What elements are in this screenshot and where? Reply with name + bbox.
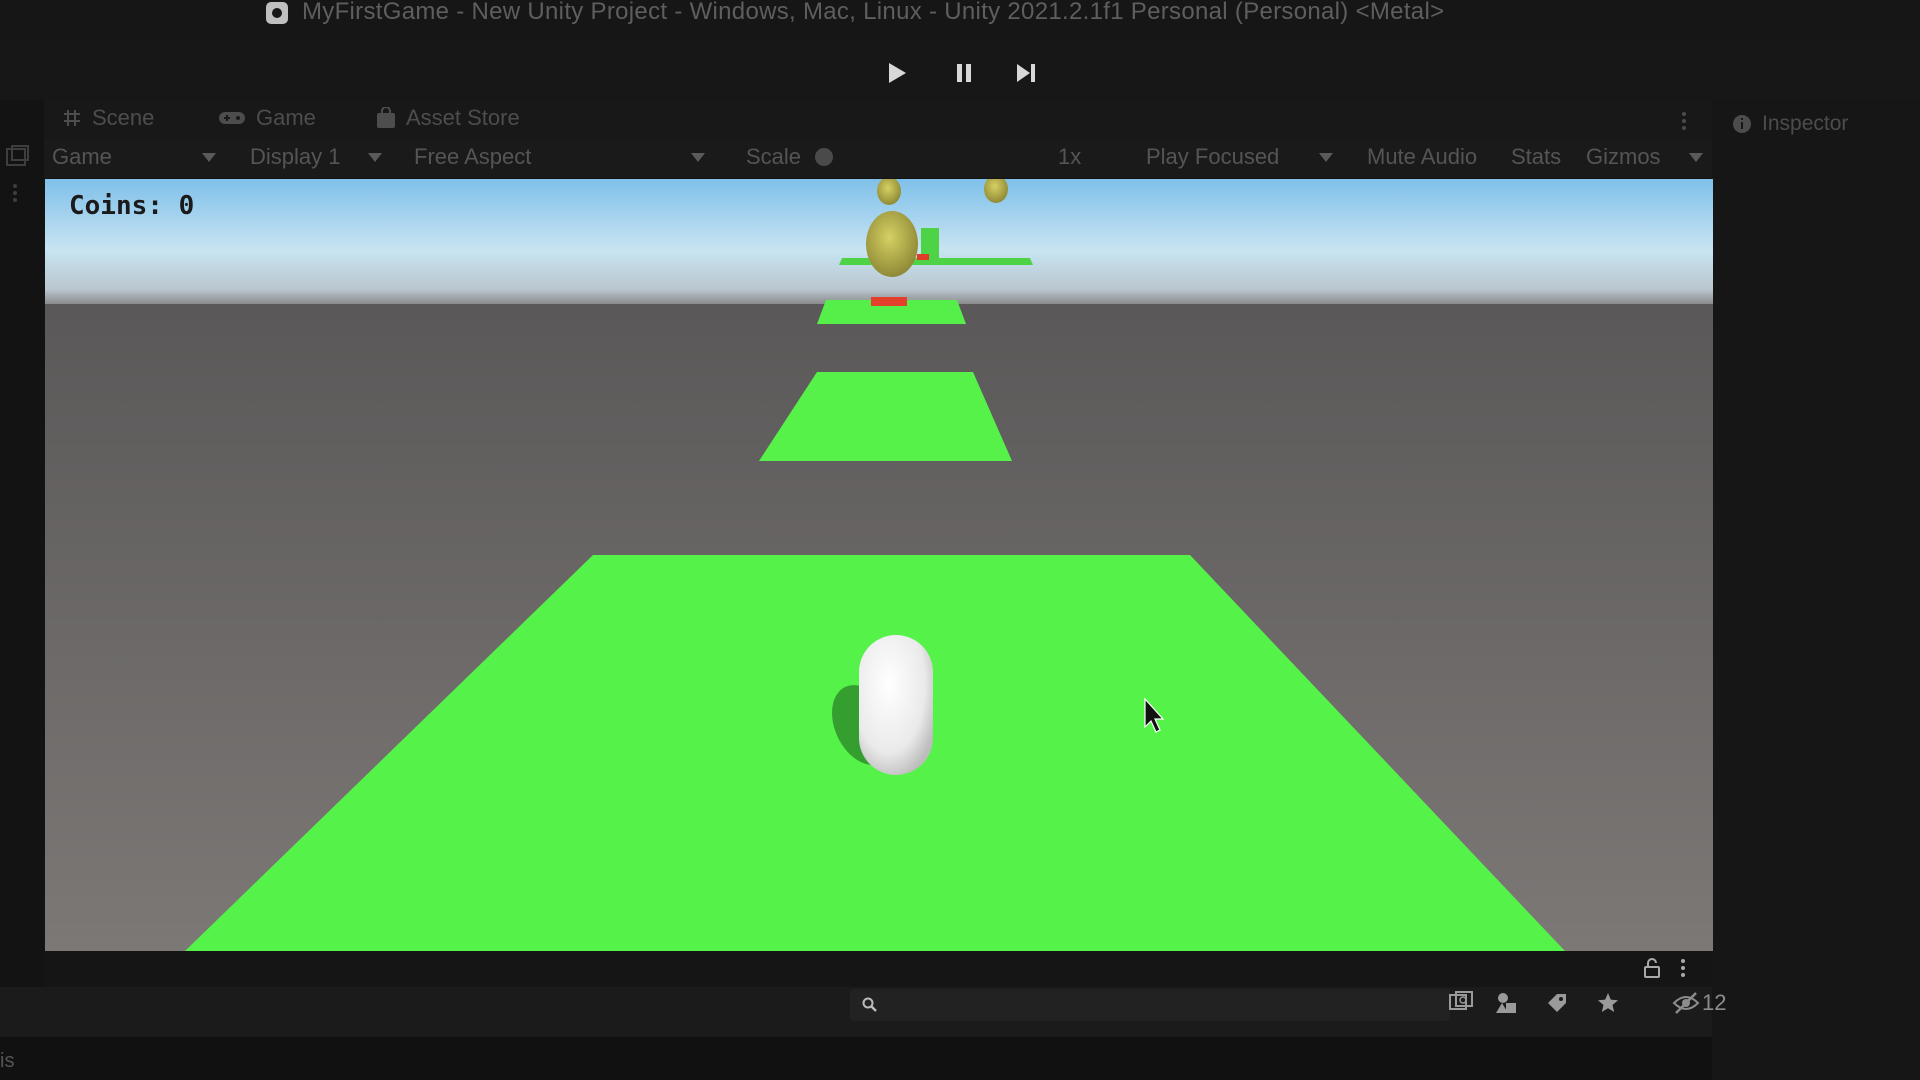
step-icon	[1017, 64, 1035, 82]
aspect-label: Free Aspect	[414, 144, 532, 169]
scale-value: 1x	[1058, 144, 1082, 169]
play-mode-label: Play Focused	[1146, 144, 1280, 169]
viewport-footer	[44, 951, 1712, 987]
play-button[interactable]	[880, 56, 914, 90]
display-label: Display 1	[250, 144, 341, 169]
corner-label: is	[0, 1050, 15, 1072]
window-title: MyFirstGame - New Unity Project - Window…	[302, 0, 1445, 25]
search-field[interactable]	[850, 989, 1450, 1021]
play-mode-dropdown[interactable]: Play Focused	[1146, 144, 1334, 170]
save-search-button[interactable]	[1444, 986, 1478, 1020]
info-icon	[1733, 115, 1751, 133]
more-vertical-icon[interactable]	[12, 182, 18, 204]
game-scene	[45, 179, 1713, 951]
tab-asset-store[interactable]: Asset Store	[376, 102, 520, 134]
game-mode-label: Game	[52, 144, 112, 169]
star-icon	[1598, 993, 1618, 1012]
filter-type-icon	[1496, 993, 1516, 1013]
tag-icon	[1548, 994, 1566, 1012]
hidden-count-value: 12	[1702, 990, 1727, 1015]
inspector-label: Inspector	[1762, 112, 1849, 135]
inspector-panel	[1712, 100, 1920, 1080]
display-dropdown[interactable]: Display 1	[250, 144, 383, 170]
stats-toggle[interactable]: Stats	[1511, 144, 1561, 170]
layout-icon[interactable]	[4, 144, 30, 170]
game-viewport[interactable]: Coins: 0	[45, 179, 1713, 951]
unity-logo-icon	[266, 2, 288, 24]
pause-icon	[957, 64, 971, 82]
search-input[interactable]	[886, 993, 1430, 1017]
tab-game[interactable]: Game	[218, 102, 316, 134]
pause-button[interactable]	[947, 56, 981, 90]
gizmos-label: Gizmos	[1586, 144, 1661, 169]
more-vertical-icon[interactable]	[1680, 110, 1688, 132]
search-icon	[862, 997, 877, 1012]
lock-icon[interactable]	[1642, 957, 1662, 979]
scale-slider-handle[interactable]	[815, 148, 834, 166]
far-red-obstacle	[917, 254, 929, 260]
filter-by-label-button[interactable]	[1540, 986, 1574, 1020]
tab-scene[interactable]: Scene	[62, 102, 154, 134]
chevron-down-icon	[691, 152, 706, 162]
store-bag-icon	[377, 107, 395, 128]
coins-value: 0	[178, 191, 195, 221]
player-capsule	[859, 635, 933, 775]
tab-game-label: Game	[256, 105, 316, 130]
grid-icon	[64, 110, 80, 126]
tab-asset-store-label: Asset Store	[406, 105, 520, 130]
eye-slash-icon	[1672, 992, 1700, 1014]
step-button[interactable]	[1009, 56, 1043, 90]
scale-label: Scale	[746, 144, 802, 169]
chevron-down-icon	[1688, 152, 1703, 162]
coin	[866, 211, 918, 277]
filter-by-type-button[interactable]	[1490, 986, 1524, 1020]
status-bar	[0, 1037, 1712, 1080]
chevron-down-icon	[368, 152, 383, 162]
mute-audio-toggle[interactable]: Mute Audio	[1367, 144, 1477, 170]
game-mode-dropdown[interactable]: Game	[52, 144, 216, 170]
scale-slider[interactable]: Scale	[746, 144, 834, 170]
red-obstacle	[871, 297, 907, 306]
aspect-dropdown[interactable]: Free Aspect	[414, 144, 706, 170]
tab-scene-label: Scene	[92, 105, 155, 130]
coins-counter: Coins: 0	[69, 191, 194, 221]
play-icon	[889, 63, 906, 83]
save-search-icon	[1449, 991, 1473, 1010]
left-panel-edge	[0, 100, 44, 1080]
hidden-packages-toggle[interactable]: 12	[1672, 986, 1726, 1020]
chevron-down-icon	[1319, 152, 1334, 162]
gamepad-icon	[219, 112, 245, 124]
more-vertical-icon[interactable]	[1680, 957, 1686, 979]
chevron-down-icon	[201, 152, 216, 162]
tab-inspector[interactable]: Inspector	[1732, 112, 1848, 136]
favorites-button[interactable]	[1591, 986, 1625, 1020]
coins-label: Coins:	[69, 191, 163, 221]
gizmos-dropdown[interactable]: Gizmos	[1586, 144, 1703, 170]
